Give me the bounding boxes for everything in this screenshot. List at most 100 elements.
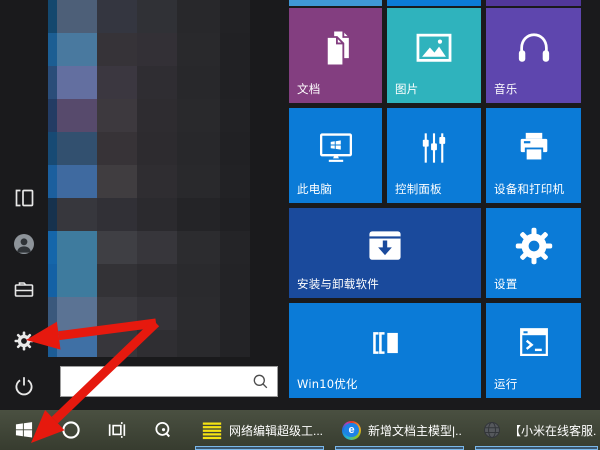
mosaic-cell — [48, 330, 57, 357]
e-browser-icon: e — [342, 420, 361, 440]
this-pc-icon — [319, 133, 352, 162]
mosaic-cell — [97, 297, 137, 330]
printer-icon — [520, 132, 547, 162]
mosaic-cell — [57, 132, 97, 165]
mosaic-cell — [137, 132, 177, 165]
mosaic-cell — [177, 99, 220, 132]
tile-documents[interactable]: 文档 — [289, 8, 382, 103]
taskbar-app-3[interactable]: 【小米在线客服... — [473, 410, 600, 450]
running-app-indicator — [335, 446, 464, 450]
magnifier-icon — [155, 421, 170, 438]
tile-label: 运行 — [494, 377, 518, 391]
magnifier-button[interactable] — [140, 410, 186, 450]
mosaic-cell — [97, 198, 137, 231]
picture-icon — [416, 33, 452, 62]
taskbar-app-2[interactable]: e 新增文档主模型|... — [333, 410, 466, 450]
mosaic-cell — [177, 231, 220, 264]
search-input[interactable] — [61, 374, 251, 389]
task-view-button[interactable] — [94, 410, 140, 450]
tile-label: 音乐 — [494, 82, 518, 96]
mosaic-cell — [220, 0, 250, 33]
screen: 文档 图片 音乐此电脑 控制面板 设备和打印机安装与卸载软件 设置 Win10优化 运行 网络… — [0, 0, 600, 450]
mosaic-cell — [177, 132, 220, 165]
gear-icon — [14, 331, 34, 351]
mosaic-cell — [57, 330, 97, 357]
document-icon — [325, 29, 351, 67]
mosaic-cell — [57, 198, 97, 231]
mosaic-cell — [137, 231, 177, 264]
taskbar: 网络编辑超级工... e 新增文档主模型|... 【小米在线客服... — [0, 410, 600, 450]
mosaic-cell — [137, 264, 177, 297]
mosaic-cell — [97, 99, 137, 132]
mosaic-cell — [220, 132, 250, 165]
mosaic-cell — [137, 66, 177, 99]
sidebar-item-settings[interactable] — [11, 328, 37, 354]
mosaic-cell — [57, 297, 97, 330]
sidebar-item-user[interactable] — [11, 231, 37, 257]
mosaic-cell — [97, 0, 137, 33]
mosaic-cell — [48, 0, 57, 33]
tile-label: 安装与卸载软件 — [297, 277, 379, 291]
mosaic-cell — [97, 66, 137, 99]
mosaic-cell — [48, 99, 57, 132]
install-icon — [369, 231, 401, 260]
start-menu-panel: 文档 图片 音乐此电脑 控制面板 设备和打印机安装与卸载软件 设置 Win10优化 运行 — [0, 0, 600, 410]
mosaic-cell — [48, 66, 57, 99]
mosaic-cell — [48, 165, 57, 198]
tile-strip-2[interactable] — [387, 0, 481, 6]
mosaic-cell — [97, 165, 137, 198]
search-box — [60, 366, 278, 397]
mosaic-cell — [97, 330, 137, 357]
sidebar-item-power[interactable] — [11, 373, 37, 399]
mosaic-cell — [220, 99, 250, 132]
mosaic-cell — [177, 0, 220, 33]
tile-control-panel[interactable]: 控制面板 — [387, 108, 481, 203]
sidebar-item-file-explorer[interactable] — [11, 276, 37, 302]
tile-settings[interactable]: 设置 — [486, 208, 581, 298]
tile-run[interactable]: 运行 — [486, 303, 581, 398]
search-icon — [253, 374, 268, 389]
tile-pictures[interactable]: 图片 — [387, 8, 481, 103]
tile-label: 设置 — [494, 277, 518, 291]
mosaic-cell — [97, 132, 137, 165]
taskbar-app-1[interactable]: 网络编辑超级工... — [193, 410, 326, 450]
mosaic-cell — [48, 297, 57, 330]
circle-icon — [62, 421, 80, 439]
mosaic-cell — [137, 0, 177, 33]
mosaic-cell — [97, 33, 137, 66]
tile-label: 控制面板 — [395, 182, 442, 196]
mosaic-cell — [57, 165, 97, 198]
tile-label: 设备和打印机 — [494, 182, 565, 196]
mosaic-cell — [57, 0, 97, 33]
tile-strip-1[interactable] — [289, 0, 382, 6]
running-app-indicator — [195, 446, 324, 450]
mosaic-cell — [220, 165, 250, 198]
mosaic-cell — [48, 264, 57, 297]
tile-label: Win10优化 — [297, 377, 358, 391]
mosaic-cell — [57, 99, 97, 132]
tile-music[interactable]: 音乐 — [486, 8, 581, 103]
mosaic-cell — [177, 66, 220, 99]
mosaic-cell — [137, 297, 177, 330]
power-icon — [15, 377, 33, 396]
mosaic-cell — [137, 33, 177, 66]
mosaic-cell — [48, 231, 57, 264]
mosaic-cell — [177, 330, 220, 357]
tile-label: 图片 — [395, 82, 419, 96]
sidebar-item-expand[interactable] — [11, 185, 37, 211]
mosaic-cell — [97, 231, 137, 264]
tile-strip-3[interactable] — [486, 0, 581, 6]
taskbar-button-label: 网络编辑超级工... — [229, 423, 322, 438]
tile-devices-printers[interactable]: 设备和打印机 — [486, 108, 581, 203]
mosaic-cell — [48, 132, 57, 165]
mosaic-cell — [48, 198, 57, 231]
cortana-button[interactable] — [48, 410, 94, 450]
tile-install-uninstall[interactable]: 安装与卸载软件 — [289, 208, 481, 298]
tile-this-pc[interactable]: 此电脑 — [289, 108, 382, 203]
user-icon — [14, 234, 34, 254]
mosaic-cell — [57, 264, 97, 297]
tile-win10-optimize[interactable]: Win10优化 — [289, 303, 481, 398]
windows-logo-icon — [15, 422, 33, 438]
start-button[interactable] — [0, 410, 48, 450]
run-icon — [519, 328, 548, 356]
